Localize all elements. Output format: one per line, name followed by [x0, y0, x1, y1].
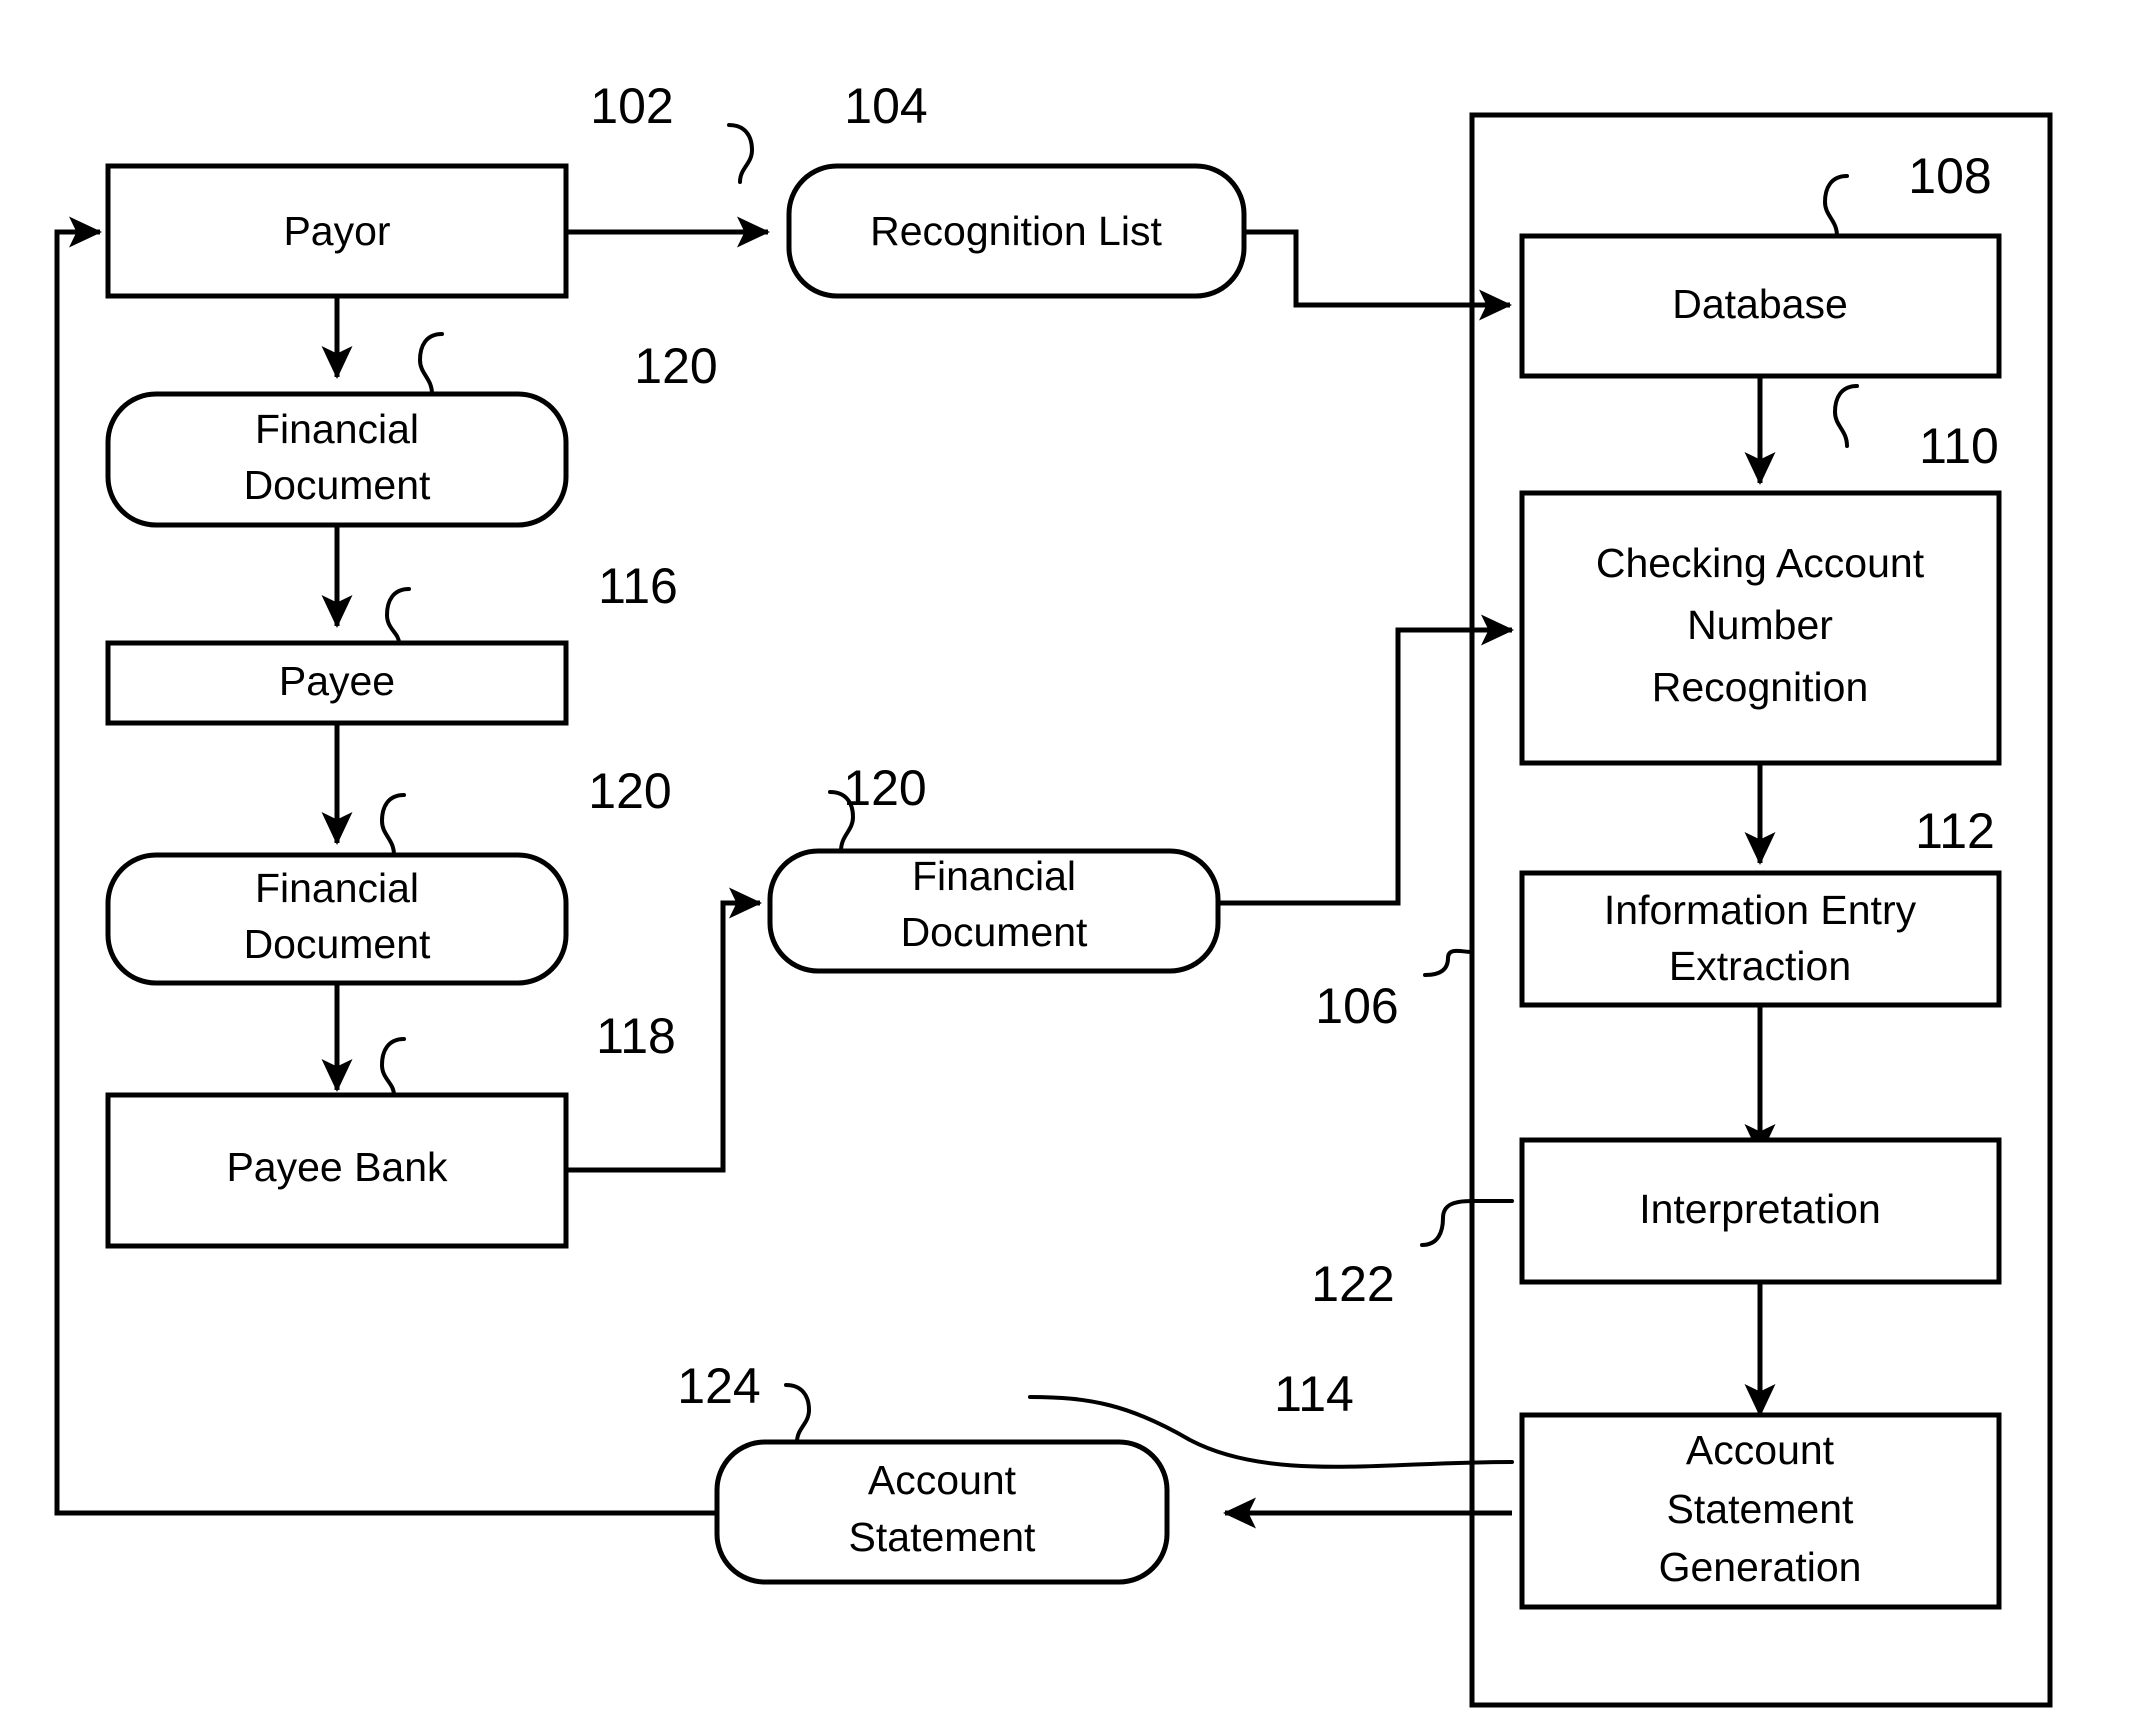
ref-numeral-112: 112 [1915, 803, 1995, 859]
ref-numeral-102: 102 [590, 78, 673, 134]
node-financial-document-1: Financial Document [105, 391, 569, 528]
leader-line-120a [417, 332, 444, 396]
leader-line-116 [384, 587, 411, 645]
ref-numeral-118: 118 [596, 1008, 676, 1064]
financial-document-1-line1: Financial [255, 406, 419, 452]
node-information-entry-extraction: Information Entry Extraction [1519, 870, 2002, 1008]
payee-label: Payee [279, 658, 395, 704]
account-statement-line1: Account [868, 1457, 1017, 1503]
leader-line-122 [1420, 1199, 1514, 1247]
node-payee: Payee [105, 640, 569, 726]
ref-numeral-110: 110 [1919, 418, 1999, 474]
interpretation-label: Interpretation [1639, 1186, 1881, 1232]
payee-bank-label: Payee Bank [226, 1144, 448, 1190]
ref-numeral-124: 124 [677, 1358, 760, 1414]
financial-document-2-line2: Document [244, 921, 431, 967]
diagram-canvas: Payor Recognition List Financial Documen… [0, 0, 2150, 1736]
financial-document-3-line2: Document [901, 909, 1088, 955]
account-statement-generation-line1: Account [1686, 1427, 1835, 1473]
recognition-list-label: Recognition List [870, 208, 1162, 254]
node-account-statement: Account Statement [714, 1439, 1170, 1585]
leader-line-120b [379, 793, 406, 857]
ref-numeral-120c: 120 [843, 760, 926, 816]
flow-diagram: Payor Recognition List Financial Documen… [54, 78, 2053, 1708]
account-statement-generation-line2: Statement [1667, 1486, 1854, 1532]
leader-line-106 [1423, 948, 1474, 977]
ref-numeral-114: 114 [1274, 1366, 1354, 1422]
node-recognition-list: Recognition List [786, 163, 1247, 299]
account-statement-line2: Statement [849, 1514, 1036, 1560]
connector-financial-document-3-to-checking-account [1218, 614, 1515, 906]
ref-numeral-122: 122 [1311, 1256, 1394, 1312]
ref-numeral-120a: 120 [634, 338, 717, 394]
node-account-statement-generation: Account Statement Generation [1519, 1412, 2002, 1610]
leader-line-124 [784, 1383, 812, 1444]
node-payee-bank: Payee Bank [105, 1092, 569, 1249]
node-financial-document-3: Financial Document [767, 848, 1221, 974]
node-checking-account-number-recognition: Checking Account Number Recognition [1519, 490, 2002, 766]
node-payor: Payor [105, 163, 569, 299]
database-label: Database [1672, 281, 1848, 327]
node-financial-document-2: Financial Document [105, 852, 569, 986]
information-entry-line1: Information Entry [1604, 887, 1917, 933]
checking-account-line3: Recognition [1652, 664, 1869, 710]
ref-numeral-120b: 120 [588, 763, 671, 819]
ref-numeral-116: 116 [598, 558, 678, 614]
leader-line-110 [1832, 384, 1859, 448]
financial-document-3-line1: Financial [912, 853, 1076, 899]
information-entry-line2: Extraction [1669, 943, 1851, 989]
ref-numeral-104: 104 [844, 78, 927, 134]
leader-line-108 [1822, 174, 1849, 238]
financial-document-2-line1: Financial [255, 865, 419, 911]
account-statement-generation-line3: Generation [1659, 1544, 1862, 1590]
leader-line-104 [727, 123, 755, 184]
ref-numeral-108: 108 [1908, 148, 1991, 204]
leader-line-118 [379, 1037, 406, 1097]
ref-numeral-106: 106 [1315, 978, 1398, 1034]
node-interpretation: Interpretation [1519, 1137, 2002, 1285]
checking-account-line2: Number [1687, 602, 1833, 648]
payor-label: Payor [283, 208, 390, 254]
node-database: Database [1519, 233, 2002, 379]
financial-document-1-line2: Document [244, 462, 431, 508]
checking-account-line1: Checking Account [1596, 540, 1925, 586]
